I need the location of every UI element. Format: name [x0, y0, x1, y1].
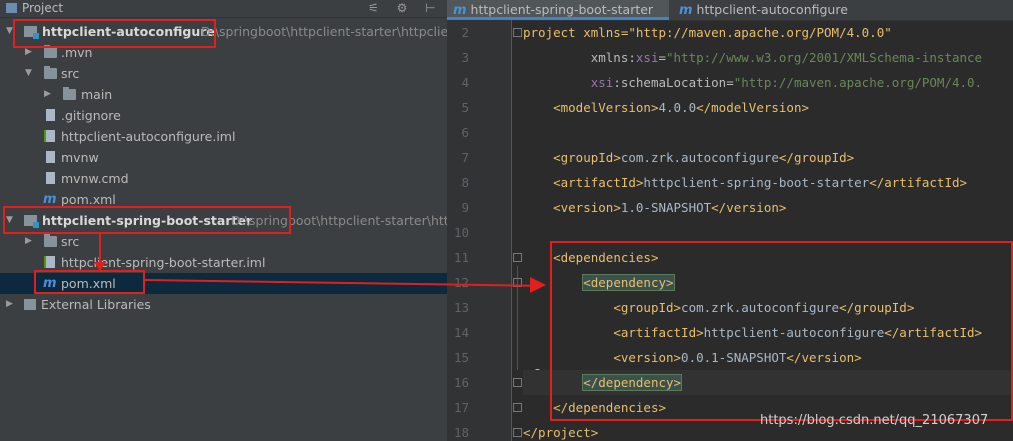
line-number: 10	[453, 225, 469, 240]
line-number: 2	[461, 25, 469, 40]
file-icon	[46, 109, 55, 121]
tree-item-src[interactable]: ▼ src	[0, 63, 447, 84]
tab-label: httpclient-autoconfigure	[696, 2, 848, 17]
line-number: 9	[461, 200, 469, 215]
tab-httpclient-spring-boot-starter[interactable]: m httpclient-spring-boot-starter	[447, 0, 669, 20]
line-number: 6	[461, 125, 469, 140]
line-number: 14	[453, 325, 469, 340]
file-icon	[46, 151, 55, 163]
tree-item-main[interactable]: ▶ main	[0, 84, 447, 105]
line-number: 12	[453, 275, 469, 290]
code-line[interactable]: <artifactId>httpclient-spring-boot-start…	[523, 170, 967, 195]
collapsed-arrow-icon[interactable]: ▶	[25, 231, 32, 252]
code-line[interactable]: xmlns:xsi="http://www.w3.org/2001/XMLSch…	[523, 45, 982, 70]
collapsed-arrow-icon[interactable]: ▶	[44, 84, 51, 105]
editor-tab-bar: m httpclient-spring-boot-starter m httpcli…	[447, 0, 1013, 21]
maven-icon: m	[453, 3, 467, 18]
tree-item-label: httpclient-autoconfigure.iml	[61, 129, 236, 144]
line-number: 18	[453, 425, 469, 440]
tree-item-label: mvnw.cmd	[61, 171, 129, 186]
folder-icon	[44, 66, 57, 79]
line-number: 3	[461, 50, 469, 65]
expanded-arrow-icon[interactable]: ▼	[25, 63, 32, 84]
tree-item-mvnw[interactable]: mvnw	[0, 147, 447, 168]
tree-item-label: src	[61, 234, 80, 249]
panel-tool-icons[interactable]: ⚟ ⚙ ⊢	[368, 1, 443, 15]
line-number: 17	[453, 400, 469, 415]
code-line[interactable]: xsi:schemaLocation="http://maven.apache.…	[523, 70, 982, 95]
line-number: 5	[461, 100, 469, 115]
annotation-box-autoconfigure	[13, 19, 216, 48]
code-line[interactable]: <groupId>com.zrk.autoconfigure</groupId>	[523, 145, 854, 170]
project-icon	[6, 3, 17, 13]
annotation-arrowhead-down	[94, 262, 106, 271]
line-number: 15	[453, 350, 469, 365]
code-line[interactable]: </project>	[523, 420, 598, 441]
line-number: 16	[453, 375, 469, 390]
tree-item-label: .gitignore	[61, 108, 121, 123]
fold-marker-icon[interactable]	[513, 378, 522, 387]
annotation-box-dependencies	[550, 241, 1013, 421]
tree-item-mvnw-cmd[interactable]: mvnw.cmd	[0, 168, 447, 189]
collapsed-arrow-icon[interactable]: ▶	[6, 294, 13, 315]
tree-item-label: mvnw	[61, 150, 99, 165]
expanded-arrow-icon[interactable]: ▼	[6, 21, 13, 42]
fold-marker-icon[interactable]	[513, 428, 522, 437]
line-number: 13	[453, 300, 469, 315]
line-number: 4	[461, 75, 469, 90]
iml-file-icon	[44, 256, 55, 268]
annotation-box-pom	[34, 270, 145, 294]
project-panel-title[interactable]: Project	[22, 1, 63, 15]
annotation-arrowhead-right	[530, 277, 546, 293]
folder-icon	[44, 45, 57, 58]
tree-item-src[interactable]: ▶ src	[0, 231, 447, 252]
folder-icon	[44, 234, 57, 247]
fold-marker-icon[interactable]	[513, 253, 522, 262]
code-line[interactable]: <version>1.0-SNAPSHOT</version>	[523, 195, 786, 220]
code-line[interactable]: <modelVersion>4.0.0</modelVersion>	[523, 95, 809, 120]
tree-item-autoconfigure-iml[interactable]: httpclient-autoconfigure.iml	[0, 126, 447, 147]
line-number: 7	[461, 150, 469, 165]
watermark: https://blog.csdn.net/qq_21067307	[760, 413, 989, 428]
tree-item-label: External Libraries	[41, 297, 151, 312]
tab-label: httpclient-spring-boot-starter	[470, 2, 654, 17]
line-number: 8	[461, 175, 469, 190]
tree-item-gitignore[interactable]: .gitignore	[0, 105, 447, 126]
tree-item-external-libraries[interactable]: ▶ External Libraries	[0, 294, 447, 315]
maven-icon: m	[679, 3, 693, 18]
line-number: 11	[453, 250, 469, 265]
tree-item-label: src	[61, 66, 80, 81]
folder-icon	[63, 87, 76, 100]
tree-item-label: main	[81, 87, 113, 102]
project-panel-header: Project ⚟ ⚙ ⊢	[0, 0, 447, 18]
annotation-box-starter	[3, 206, 291, 234]
libraries-icon	[24, 299, 36, 310]
tab-httpclient-autoconfigure[interactable]: m httpclient-autoconfigure	[673, 0, 873, 20]
module-path: D:\springboot\httpclient-starter\httpcli…	[201, 24, 447, 39]
file-icon	[46, 172, 55, 184]
fold-marker-icon[interactable]	[513, 28, 522, 37]
fold-marker-icon[interactable]	[513, 403, 522, 412]
code-line[interactable]: project xmlns="http://maven.apache.org/P…	[523, 20, 892, 45]
iml-file-icon	[44, 130, 55, 142]
